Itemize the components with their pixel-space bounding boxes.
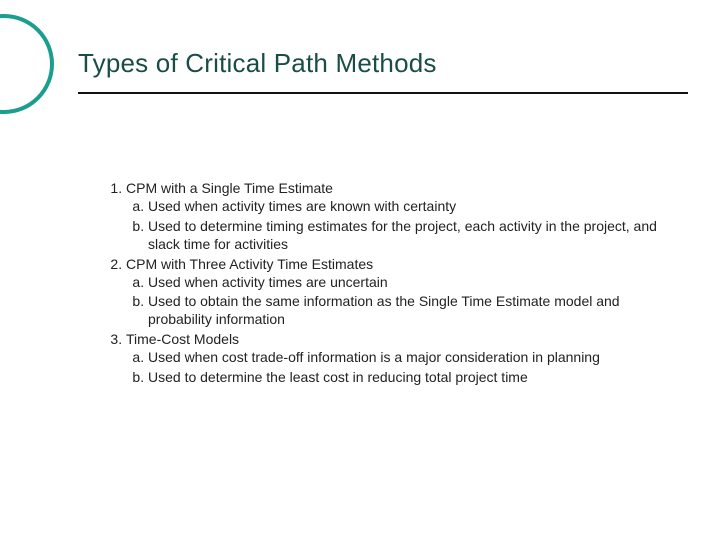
ordered-list: CPM with a Single Time Estimate Used whe… [104,180,672,387]
list-item: Time-Cost Models Used when cost trade-of… [126,331,672,387]
sub-list: Used when activity times are known with … [126,198,672,254]
title-wrap: Types of Critical Path Methods [78,48,680,79]
slide: Types of Critical Path Methods CPM with … [0,0,720,540]
title-underline [78,92,688,94]
sub-item: Used when cost trade-off information is … [148,349,672,367]
sub-item: Used when activity times are known with … [148,198,672,216]
list-item-label: Time-Cost Models [126,331,239,347]
sub-item: Used to obtain the same information as t… [148,293,672,329]
sub-list: Used when activity times are uncertain U… [126,274,672,330]
sub-list: Used when cost trade-off information is … [126,349,672,387]
body: CPM with a Single Time Estimate Used whe… [104,180,672,389]
sub-item: Used to determine the least cost in redu… [148,369,672,387]
list-item-label: CPM with Three Activity Time Estimates [126,256,373,272]
slide-title: Types of Critical Path Methods [78,48,680,79]
sub-item: Used when activity times are uncertain [148,274,672,292]
decorative-circle-icon [0,14,54,114]
list-item-label: CPM with a Single Time Estimate [126,180,333,196]
sub-item: Used to determine timing estimates for t… [148,218,672,254]
list-item: CPM with a Single Time Estimate Used whe… [126,180,672,254]
list-item: CPM with Three Activity Time Estimates U… [126,256,672,330]
